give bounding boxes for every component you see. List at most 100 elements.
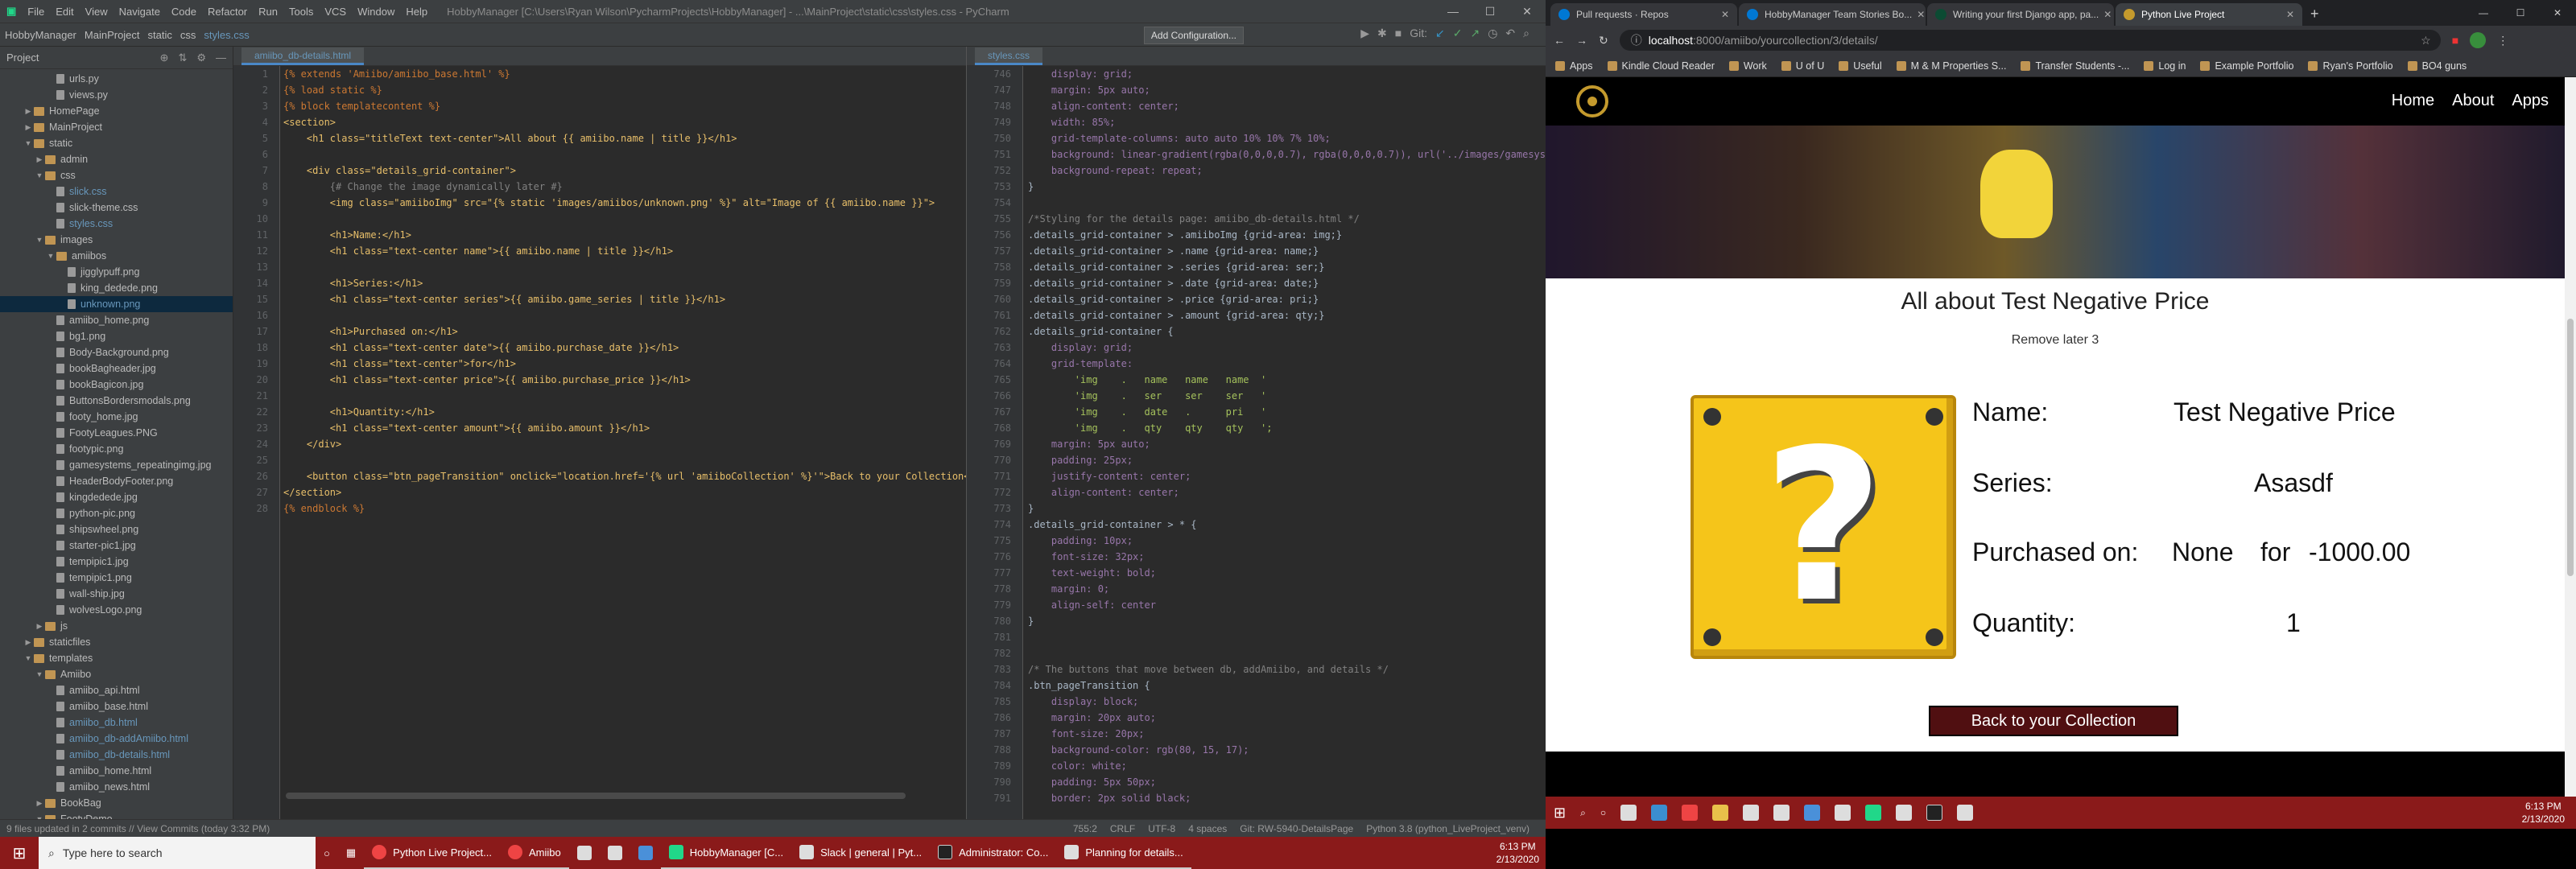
- tree-file[interactable]: tempipic1.png: [0, 570, 233, 586]
- code-line[interactable]: <h1 class="text-center price">{{ amiibo.…: [283, 372, 966, 388]
- stop-icon[interactable]: ■: [1395, 27, 1402, 40]
- code-line[interactable]: </section>: [283, 484, 966, 500]
- close-tab-icon[interactable]: ✕: [2099, 9, 2112, 20]
- nav-about[interactable]: About: [2452, 92, 2494, 110]
- calculator-icon[interactable]: [1773, 805, 1790, 821]
- menu-view[interactable]: View: [85, 6, 108, 18]
- forward-icon[interactable]: →: [1576, 34, 1587, 47]
- browser-tab-1[interactable]: Pull requests · Repos ✕: [1550, 3, 1737, 26]
- code-line[interactable]: .btn_pageTransition {: [1028, 677, 1546, 694]
- code-line[interactable]: padding: 10px;: [1028, 533, 1546, 549]
- tree-file[interactable]: amiibo_news.html: [0, 779, 233, 795]
- status-message[interactable]: 9 files updated in 2 commits // View Com…: [6, 823, 270, 834]
- explorer-icon[interactable]: [1712, 805, 1729, 821]
- expand-arrow-icon[interactable]: ▶: [34, 155, 45, 164]
- code-line[interactable]: padding: 25px;: [1028, 452, 1546, 468]
- tree-folder[interactable]: ▶ HomePage: [0, 103, 233, 119]
- tree-file[interactable]: styles.css: [0, 216, 233, 232]
- code-line[interactable]: <img class="amiiboImg" src="{% static 'i…: [283, 195, 966, 211]
- cortana-icon[interactable]: ○: [316, 837, 338, 869]
- tree-file[interactable]: python-pic.png: [0, 505, 233, 521]
- tree-file[interactable]: gamesystems_repeatingimg.jpg: [0, 457, 233, 473]
- tree-file[interactable]: shipswheel.png: [0, 521, 233, 537]
- bookmark-item[interactable]: Apps: [1555, 60, 1593, 72]
- tree-file[interactable]: tempipic1.jpg: [0, 554, 233, 570]
- tree-folder[interactable]: ▼ amiibos: [0, 248, 233, 264]
- bookmark-item[interactable]: Kindle Cloud Reader: [1607, 60, 1715, 72]
- menu-help[interactable]: Help: [406, 6, 427, 18]
- menu-code[interactable]: Code: [171, 6, 196, 18]
- code-line[interactable]: 'img . date . pri ': [1028, 404, 1546, 420]
- code-line[interactable]: [283, 211, 966, 227]
- code-line[interactable]: </div>: [283, 436, 966, 452]
- pycharm-icon[interactable]: [1865, 805, 1882, 821]
- code-line[interactable]: background-color: rgb(80, 15, 17);: [1028, 742, 1546, 758]
- tree-folder[interactable]: ▶ MainProject: [0, 119, 233, 135]
- browser-tab-2[interactable]: HobbyManager Team Stories Bo... ✕: [1739, 3, 1926, 26]
- code-line[interactable]: <h1>Name:</h1>: [283, 227, 966, 243]
- code-line[interactable]: <h1 class="text-center">for</h1>: [283, 356, 966, 372]
- code-line[interactable]: }: [1028, 613, 1546, 629]
- code-line[interactable]: margin: 0;: [1028, 581, 1546, 597]
- star-icon[interactable]: ☆: [2421, 34, 2431, 47]
- code-line[interactable]: <h1>Purchased on:</h1>: [283, 323, 966, 340]
- tree-file[interactable]: amiibo_db.html: [0, 715, 233, 731]
- code-line[interactable]: margin: 20px auto;: [1028, 710, 1546, 726]
- menu-file[interactable]: File: [27, 6, 44, 18]
- tree-file[interactable]: slick.css: [0, 183, 233, 200]
- tree-file[interactable]: jigglypuff.png: [0, 264, 233, 280]
- back-to-collection-button[interactable]: Back to your Collection: [1929, 706, 2178, 736]
- tree-folder[interactable]: ▼ Amiibo: [0, 666, 233, 682]
- git-update-icon[interactable]: ↙: [1435, 27, 1445, 40]
- code-line[interactable]: color: white;: [1028, 758, 1546, 774]
- expand-arrow-icon[interactable]: ▶: [23, 638, 34, 647]
- terminal-icon[interactable]: [1926, 805, 1943, 821]
- search-icon[interactable]: ⌕: [1580, 807, 1586, 819]
- close-tab-icon[interactable]: ✕: [1912, 9, 1925, 20]
- status-indent[interactable]: 4 spaces: [1188, 823, 1227, 834]
- code-line[interactable]: .details_grid-container > .series {grid-…: [1028, 259, 1546, 275]
- taskbar-search[interactable]: ⌕ Type here to search: [39, 837, 316, 869]
- status-git-branch[interactable]: Git: RW-5940-DetailsPage: [1240, 823, 1353, 834]
- run-icon[interactable]: ▶: [1360, 27, 1369, 40]
- menu-tools[interactable]: Tools: [289, 6, 313, 18]
- taskbar-slack[interactable]: Slack | general | Pyt...: [791, 837, 931, 869]
- clock[interactable]: 6:13 PM 2/13/2020: [2522, 800, 2565, 826]
- code-line[interactable]: background-repeat: repeat;: [1028, 163, 1546, 179]
- code-line[interactable]: <button class="btn_pageTransition" oncli…: [283, 468, 966, 484]
- code-line[interactable]: }: [1028, 500, 1546, 517]
- browser-tab-4[interactable]: Python Live Project ✕: [2116, 3, 2302, 26]
- tree-file[interactable]: amiibo_api.html: [0, 682, 233, 698]
- tree-file[interactable]: wall-ship.jpg: [0, 586, 233, 602]
- code-line[interactable]: font-size: 20px;: [1028, 726, 1546, 742]
- code-line[interactable]: grid-template-columns: auto auto 10% 10%…: [1028, 130, 1546, 146]
- code-line[interactable]: align-self: center: [1028, 597, 1546, 613]
- task-view-icon[interactable]: ▦: [338, 837, 364, 869]
- tree-file[interactable]: bookBagicon.jpg: [0, 377, 233, 393]
- code-line[interactable]: margin: 5px auto;: [1028, 436, 1546, 452]
- tree-file[interactable]: bg1.png: [0, 328, 233, 344]
- tree-file[interactable]: urls.py: [0, 71, 233, 87]
- code-line[interactable]: grid-template:: [1028, 356, 1546, 372]
- task-view-icon[interactable]: [1620, 805, 1637, 821]
- code-line[interactable]: <h1 class="text-center amount">{{ amiibo…: [283, 420, 966, 436]
- url-input[interactable]: ⓘ localhost:8000/amiibo/yourcollection/3…: [1619, 30, 2441, 51]
- scroll-thumb[interactable]: [2567, 319, 2574, 576]
- code-line[interactable]: [1028, 645, 1546, 661]
- status-line-ending[interactable]: CRLF: [1110, 823, 1135, 834]
- bookmark-item[interactable]: Example Portfolio: [2200, 60, 2293, 72]
- nav-apps[interactable]: Apps: [2512, 92, 2549, 110]
- tree-file[interactable]: bookBagheader.jpg: [0, 360, 233, 377]
- tree-file[interactable]: FootyLeagues.PNG: [0, 425, 233, 441]
- expand-arrow-icon[interactable]: ▶: [23, 123, 34, 132]
- menu-vcs[interactable]: VCS: [324, 6, 346, 18]
- code-line[interactable]: <div class="details_grid-container">: [283, 163, 966, 179]
- code-line[interactable]: {% load static %}: [283, 82, 966, 98]
- code-line[interactable]: align-content: center;: [1028, 484, 1546, 500]
- slack-icon[interactable]: [1896, 805, 1913, 821]
- bookmark-item[interactable]: U of U: [1781, 60, 1824, 72]
- nav-home[interactable]: Home: [2392, 92, 2434, 110]
- code-line[interactable]: [283, 388, 966, 404]
- back-icon[interactable]: ←: [1554, 34, 1565, 47]
- close-tab-icon[interactable]: ✕: [1716, 9, 1729, 20]
